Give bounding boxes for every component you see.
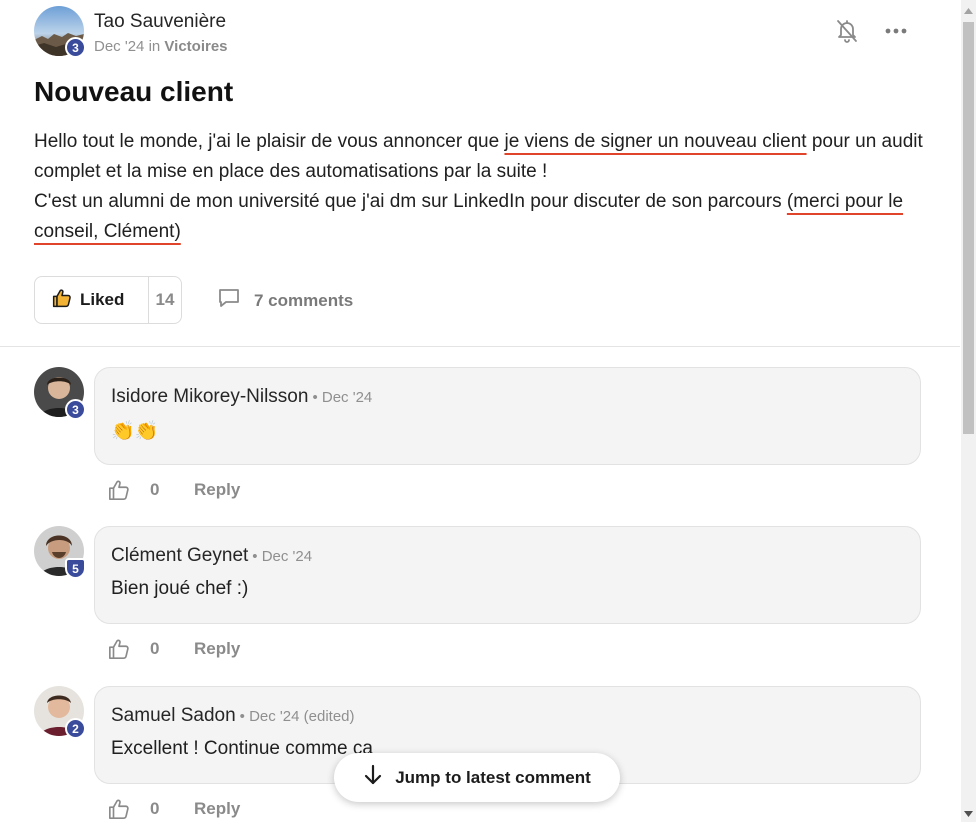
post-comments-link[interactable]: 7 comments xyxy=(217,287,353,314)
comment-date: • Dec '24 xyxy=(312,389,373,406)
post-category-link[interactable]: Victoires xyxy=(164,38,227,55)
commenter-name[interactable]: Samuel Sadon xyxy=(111,705,236,726)
commenter-name-line: Isidore Mikorey-Nilsson • Dec '24 xyxy=(111,386,372,408)
post-title: Nouveau client xyxy=(34,76,234,107)
post-body-highlight-1: je viens de signer un nouveau client xyxy=(504,131,807,152)
comment-bubble: Isidore Mikorey-Nilsson • Dec '24 👏👏 xyxy=(94,367,921,465)
comment-like-count: 0 xyxy=(150,480,160,499)
comment-actions: 0 Reply xyxy=(108,638,240,660)
comment-date: • Dec '24 (edited) xyxy=(239,708,355,725)
thumbs-up-icon[interactable] xyxy=(108,479,130,501)
scroll-up-arrow-icon[interactable] xyxy=(961,3,976,18)
scroll-down-arrow-icon[interactable] xyxy=(961,806,976,821)
comment-actions: 0 Reply xyxy=(108,798,240,820)
jump-to-latest-button[interactable]: Jump to latest comment xyxy=(334,753,620,802)
comment-text: Bien joué chef :) xyxy=(111,578,249,599)
comment-bubble-icon xyxy=(217,287,241,314)
post-author-row: 3 Tao Sauvenière Dec '24 in Victoires xyxy=(34,6,924,58)
commenter-name-line: Clément Geynet • Dec '24 xyxy=(111,545,312,567)
commenter-level-badge: 3 xyxy=(65,399,86,420)
post-date: Dec '24 xyxy=(94,38,145,55)
comment-reply-button[interactable]: Reply xyxy=(194,639,240,659)
post-divider xyxy=(0,346,960,347)
thumbs-up-filled-icon xyxy=(52,288,72,313)
jump-to-latest-label: Jump to latest comment xyxy=(395,767,591,787)
comment-like-count: 0 xyxy=(150,639,160,658)
post-like-button[interactable]: Liked xyxy=(35,277,149,323)
post-body-text-1: Hello tout le monde, j'ai le plaisir de … xyxy=(34,131,505,152)
comment-actions: 0 Reply xyxy=(108,479,240,501)
more-horizontal-icon[interactable] xyxy=(883,18,909,44)
post-in-word: in xyxy=(148,38,161,55)
post-comments-count: 7 comments xyxy=(254,290,354,310)
arrow-down-icon xyxy=(363,764,383,791)
comment-text: Excellent ! Continue comme ça xyxy=(111,738,373,759)
comment-bubble: Clément Geynet • Dec '24 Bien joué chef :… xyxy=(94,526,921,624)
bell-off-icon[interactable] xyxy=(834,18,860,44)
post-like-label: Liked xyxy=(80,290,125,309)
comment-reply-button[interactable]: Reply xyxy=(194,799,240,819)
thumbs-up-icon[interactable] xyxy=(108,798,130,820)
post-meta: Dec '24 in Victoires xyxy=(94,38,228,55)
page-scrollbar[interactable] xyxy=(961,0,976,822)
post-like-count[interactable]: 14 xyxy=(149,290,181,310)
thumbs-up-icon[interactable] xyxy=(108,638,130,660)
commenter-name-line: Samuel Sadon • Dec '24 (edited) xyxy=(111,705,355,727)
scrollbar-thumb[interactable] xyxy=(963,22,974,434)
author-level-badge: 3 xyxy=(65,37,86,58)
commenter-name[interactable]: Clément Geynet xyxy=(111,545,248,566)
commenter-level-badge: 2 xyxy=(65,718,86,739)
author-name[interactable]: Tao Sauvenière xyxy=(94,11,226,33)
post-body: Hello tout le monde, j'ai le plaisir de … xyxy=(34,127,934,247)
commenter-name[interactable]: Isidore Mikorey-Nilsson xyxy=(111,386,308,407)
comment-text: 👏👏 xyxy=(111,421,159,442)
comment-like-count: 0 xyxy=(150,799,160,818)
post-like-box: Liked 14 xyxy=(34,276,182,324)
comment-reply-button[interactable]: Reply xyxy=(194,480,240,500)
post-body-text-3: C'est un alumni de mon université que j'… xyxy=(34,191,787,212)
comment-date: • Dec '24 xyxy=(252,548,313,565)
commenter-level-badge: 5 xyxy=(65,558,86,579)
